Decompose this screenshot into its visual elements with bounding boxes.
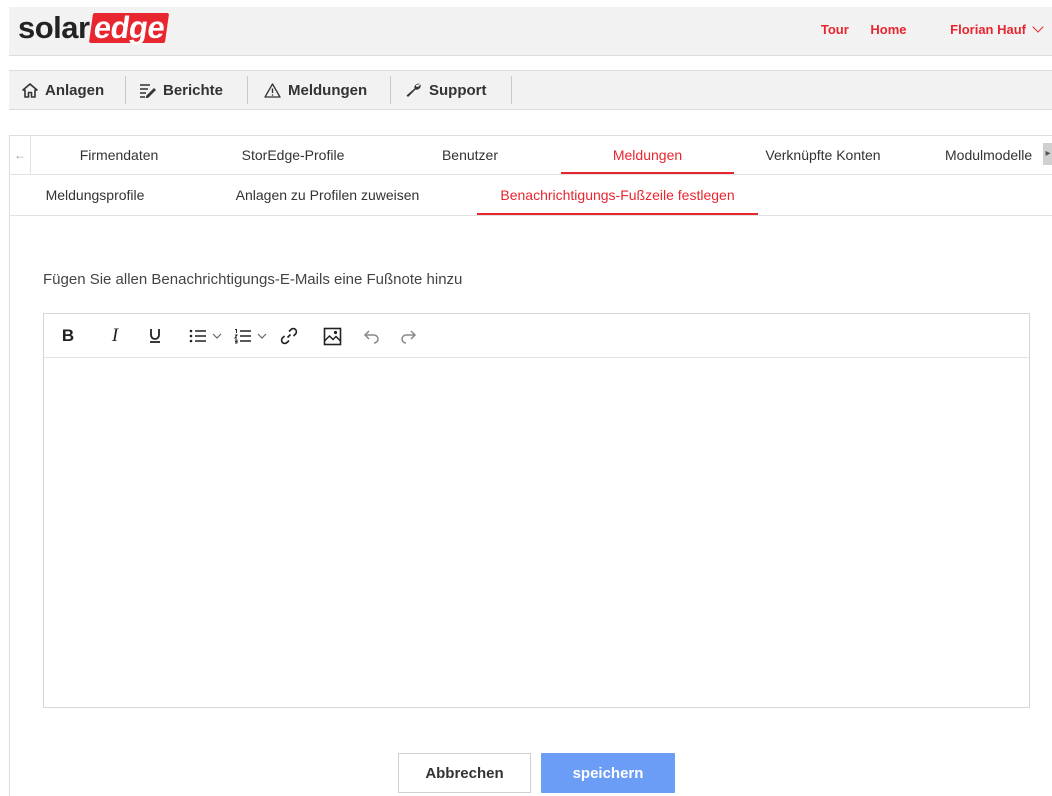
subtab-label: Anlagen zu Profilen zuweisen	[235, 187, 420, 203]
cancel-button[interactable]: Abbrechen	[398, 753, 531, 793]
subtab-label: Benachrichtigungs-Fußzeile festlegen	[500, 187, 735, 203]
tab-label: StorEdge-Profile	[241, 147, 345, 163]
top-header: solaredge Tour Home Florian Hauf	[9, 7, 1052, 56]
report-icon	[140, 83, 156, 98]
numbered-list-icon[interactable]	[233, 325, 253, 347]
subtab-anlagen-zuweisen[interactable]: Anlagen zu Profilen zuweisen	[220, 175, 435, 215]
bold-icon[interactable]: B	[59, 325, 77, 347]
scroll-right-arrow-icon[interactable]: ▸	[1043, 143, 1052, 165]
nav-divider	[125, 76, 126, 104]
chevron-down-icon	[1032, 21, 1044, 33]
numbered-list-dropdown-chevron-down-icon[interactable]	[256, 325, 268, 347]
user-name: Florian Hauf	[950, 22, 1026, 37]
editor-toolbar: B I	[44, 314, 1029, 358]
subtab-meldungsprofile[interactable]: Meldungsprofile	[30, 175, 160, 215]
rich-text-editor: B I	[43, 313, 1030, 708]
nav-divider	[390, 76, 391, 104]
nav-item-berichte[interactable]: Berichte	[139, 71, 223, 109]
active-subtab-underline	[477, 213, 758, 215]
logo-text-edge: edge	[88, 10, 170, 45]
nav-label-anlagen: Anlagen	[45, 81, 105, 99]
scroll-left-arrow-icon[interactable]: ←	[10, 136, 31, 174]
bullet-list-icon[interactable]	[188, 325, 208, 347]
subtab-label: Meldungsprofile	[45, 187, 145, 203]
solaredge-logo[interactable]: solaredge	[18, 10, 170, 45]
image-icon[interactable]	[321, 325, 343, 347]
nav-label-meldungen: Meldungen	[288, 81, 368, 99]
top-links: Tour Home Florian Hauf	[803, 21, 1044, 37]
home-link[interactable]: Home	[870, 22, 906, 37]
warning-icon	[264, 82, 281, 98]
nav-item-meldungen[interactable]: Meldungen	[264, 71, 367, 109]
nav-label-berichte: Berichte	[163, 81, 224, 99]
bullet-list-dropdown-chevron-down-icon[interactable]	[211, 325, 223, 347]
tab-storedge-profile[interactable]: StorEdge-Profile	[220, 136, 366, 174]
tab-verknuepfte-konten[interactable]: Verknüpfte Konten	[750, 136, 896, 174]
settings-panel: ← Firmendaten StorEdge-Profile Benutzer …	[9, 135, 1052, 796]
link-icon[interactable]	[278, 325, 300, 347]
sub-tab-bar: Meldungsprofile Anlagen zu Profilen zuwe…	[10, 175, 1052, 216]
home-icon	[22, 82, 38, 98]
editor-content-area[interactable]	[44, 358, 1029, 707]
tab-meldungen[interactable]: Meldungen	[561, 136, 734, 174]
tab-benutzer[interactable]: Benutzer	[420, 136, 520, 174]
save-button[interactable]: speichern	[541, 753, 675, 793]
nav-item-support[interactable]: Support	[405, 71, 487, 109]
tab-modulmodelle[interactable]: Modulmodelle	[945, 136, 1045, 174]
footer-editor-label: Fügen Sie allen Benachrichtigungs-E-Mail…	[43, 271, 463, 288]
redo-icon[interactable]	[398, 325, 418, 347]
nav-divider	[511, 76, 512, 104]
tab-label: Verknüpfte Konten	[765, 147, 881, 163]
tab-firmendaten[interactable]: Firmendaten	[60, 136, 178, 174]
subtab-fusszeile-festlegen[interactable]: Benachrichtigungs-Fußzeile festlegen	[477, 175, 758, 215]
user-menu[interactable]: Florian Hauf	[950, 21, 1044, 37]
main-tab-bar: ← Firmendaten StorEdge-Profile Benutzer …	[10, 136, 1052, 175]
undo-icon[interactable]	[362, 325, 382, 347]
wrench-icon	[406, 83, 421, 97]
tab-label: Firmendaten	[79, 147, 159, 163]
italic-icon[interactable]: I	[106, 325, 124, 347]
nav-item-anlagen[interactable]: Anlagen	[22, 71, 104, 109]
tour-link[interactable]: Tour	[821, 22, 849, 37]
logo-text-solar: solar	[18, 10, 90, 45]
tab-label: Benutzer	[441, 147, 499, 163]
active-tab-underline	[561, 172, 734, 174]
underline-icon[interactable]	[145, 325, 165, 347]
nav-divider	[247, 76, 248, 104]
main-navigation: Anlagen Berichte Meldungen Support	[9, 70, 1052, 110]
tab-label: Meldungen	[612, 147, 683, 163]
nav-label-support: Support	[429, 81, 487, 99]
tab-label: Modulmodelle	[945, 147, 1033, 163]
